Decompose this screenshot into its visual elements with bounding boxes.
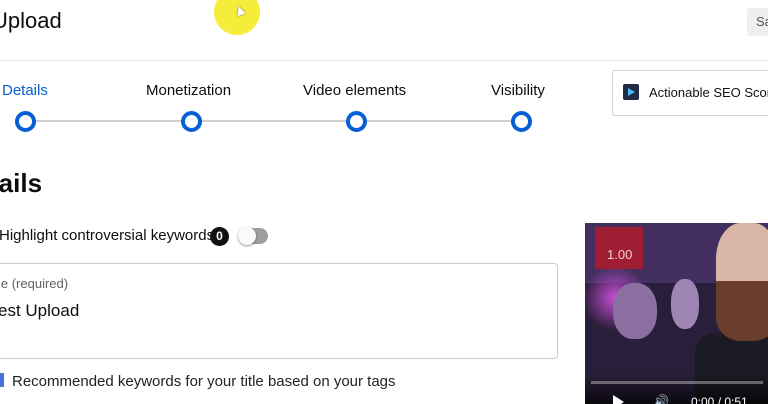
video-progress-bar[interactable] — [591, 381, 763, 384]
video-time: 0:00 / 0:51 — [691, 395, 748, 404]
play-icon[interactable] — [613, 395, 624, 404]
stepper-line — [34, 120, 184, 122]
seo-score-panel[interactable]: Actionable SEO Score: — [612, 70, 768, 116]
section-title: tails — [0, 168, 43, 198]
video-mask — [613, 283, 657, 339]
video-preview[interactable]: 1.00 🔊 0:00 / 0:51 — [585, 223, 768, 404]
recommended-keywords-label: Recommended keywords for your title base… — [12, 373, 396, 390]
keyword-count-badge: 0 — [210, 227, 229, 246]
recommended-keywords-row[interactable]: Recommended keywords for your title base… — [0, 359, 558, 404]
seo-extension-icon — [623, 84, 639, 100]
seo-score-label: Actionable SEO Score: — [649, 85, 768, 100]
step-monetization[interactable]: Monetization — [146, 82, 231, 99]
page-title: Upload — [0, 8, 62, 33]
keywords-icon — [0, 373, 4, 387]
top-bar: Upload Sa — [0, 0, 768, 61]
stepper-line — [364, 120, 514, 122]
toggle-knob — [238, 227, 256, 245]
title-field[interactable]: le (required) est Upload — [0, 263, 558, 359]
step-details[interactable]: Details — [2, 82, 48, 99]
step-visibility-dot[interactable] — [511, 111, 532, 132]
step-visibility[interactable]: Visibility — [491, 82, 545, 99]
step-video-elements-dot[interactable] — [346, 111, 367, 132]
highlight-keywords-toggle[interactable] — [238, 227, 268, 245]
upload-stepper: Details Monetization Video elements Visi… — [0, 60, 600, 140]
step-details-dot[interactable] — [15, 111, 36, 132]
title-input[interactable]: est Upload — [0, 301, 79, 321]
title-field-label: le (required) — [0, 276, 69, 291]
video-speed-text: 1.00 — [607, 247, 633, 262]
step-video-elements[interactable]: Video elements — [303, 82, 406, 99]
step-monetization-dot[interactable] — [181, 111, 202, 132]
volume-icon[interactable]: 🔊 — [653, 395, 669, 404]
video-person-beard — [716, 281, 768, 341]
highlight-keywords-label: Highlight controversial keywords — [0, 227, 215, 244]
save-button[interactable]: Sa — [747, 8, 768, 36]
stepper-line — [199, 120, 349, 122]
video-mask — [671, 279, 699, 329]
